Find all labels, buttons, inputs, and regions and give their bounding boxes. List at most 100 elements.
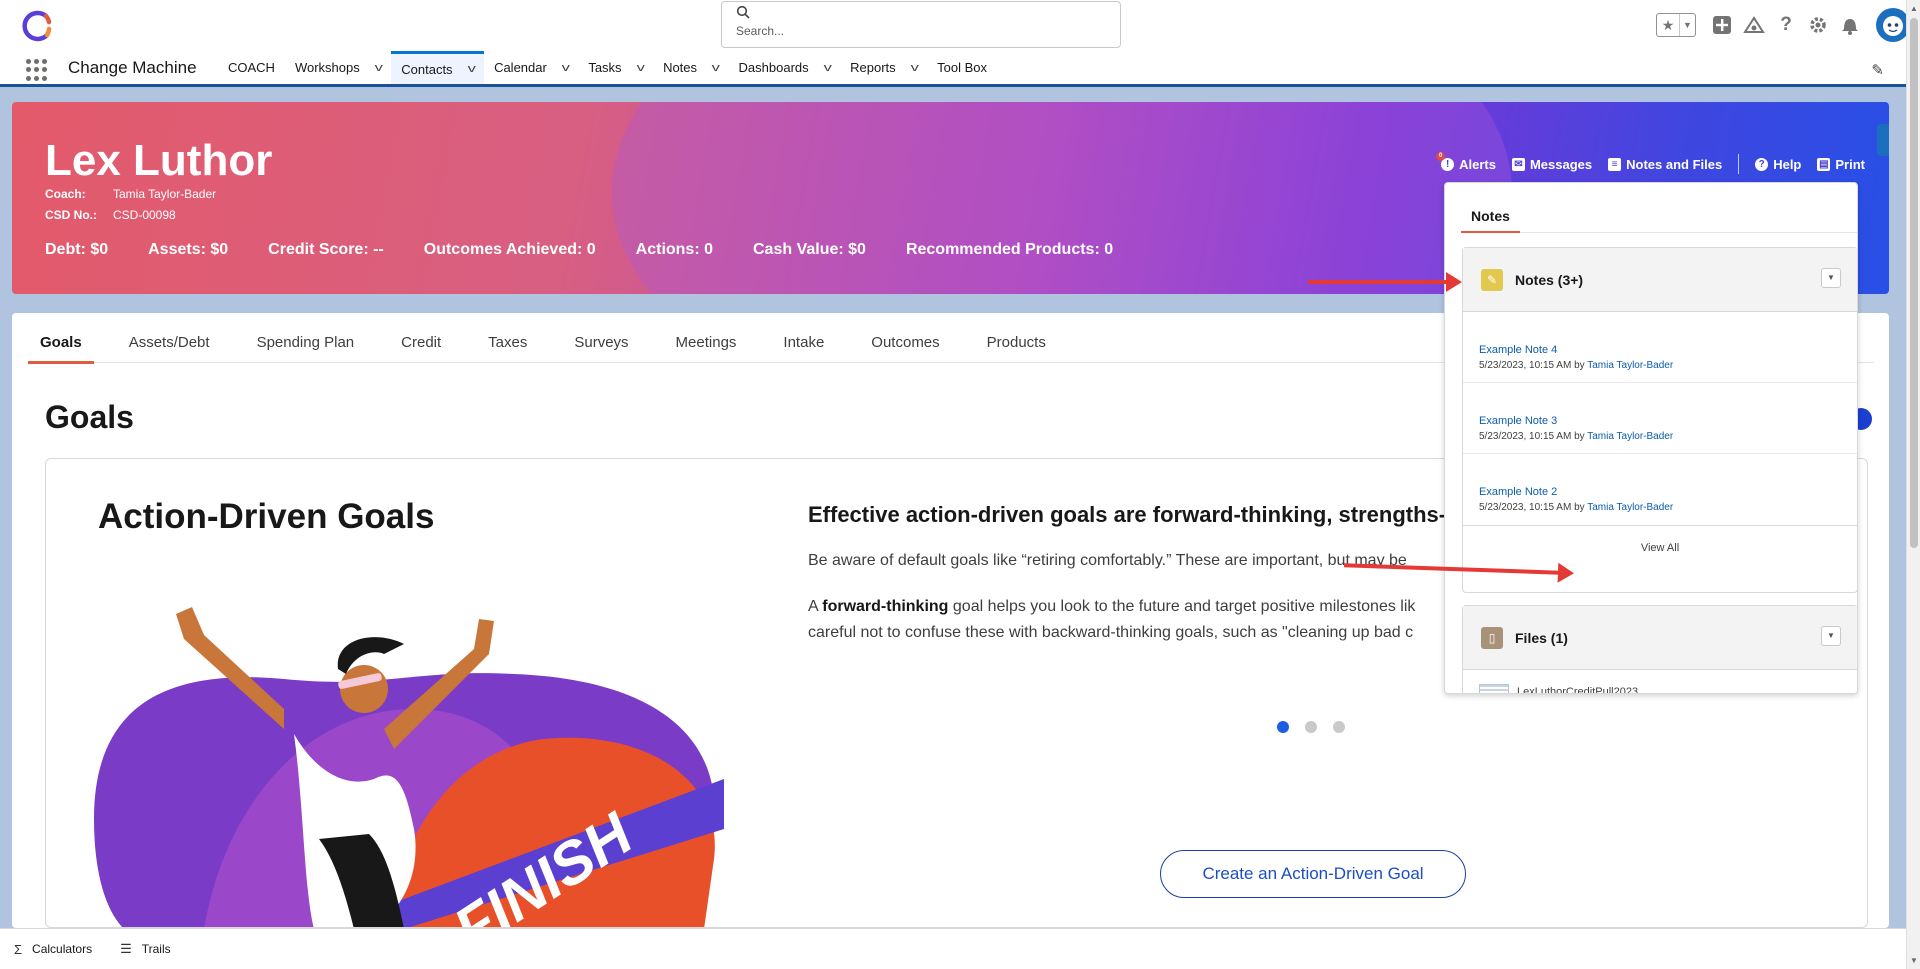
csd-label: CSD No.:	[45, 208, 97, 222]
note-meta: 5/23/2023, 10:15 AM by Tamia Taylor-Bade…	[1479, 431, 1674, 442]
chevron-down-icon[interactable]: v	[910, 62, 918, 74]
view-all-notes-link[interactable]: View All	[1463, 525, 1857, 570]
tab-goals[interactable]: Goals	[28, 323, 94, 364]
note-icon: ≡	[1608, 157, 1622, 171]
tab-surveys[interactable]: Surveys	[574, 323, 628, 363]
banner-swirl-decoration	[612, 102, 1512, 294]
create-goal-button[interactable]: Create an Action-Driven Goal	[1160, 850, 1466, 898]
carousel-dot-2[interactable]	[1305, 721, 1317, 733]
carousel-dot-1[interactable]	[1277, 721, 1289, 733]
notes-section-header: ✎ Notes (3+) ▼	[1463, 248, 1857, 312]
file-thumbnail	[1479, 684, 1509, 693]
page-scrollbar[interactable]: ▲ ▼	[1906, 0, 1920, 969]
print-button[interactable]: ▤ Print	[1817, 157, 1865, 172]
note-author-link[interactable]: Tamia Taylor-Bader	[1587, 360, 1673, 371]
notes-files-panel: Notes ✎ Notes (3+) ▼ Example Note 4 5/23…	[1444, 182, 1858, 694]
carousel-dot-3[interactable]	[1333, 721, 1345, 733]
goal-para-2: A forward-thinking goal helps you look t…	[808, 598, 1416, 641]
notes-section-dropdown[interactable]: ▼	[1821, 268, 1841, 288]
scrollbar-thumb[interactable]	[1910, 18, 1918, 548]
edit-nav-pencil-icon[interactable]: ✎	[1871, 61, 1884, 79]
help-label: Help	[1773, 156, 1802, 172]
files-section-dropdown[interactable]: ▼	[1821, 626, 1841, 646]
file-name[interactable]: LexLuthorCreditPull2023	[1517, 686, 1638, 693]
calculators-button[interactable]: Σ Calculators	[14, 942, 92, 957]
app-logo-icon[interactable]	[18, 8, 54, 44]
note-author-link[interactable]: Tamia Taylor-Bader	[1587, 431, 1673, 442]
goal-description: Effective action-driven goals are forwar…	[808, 497, 1508, 646]
tab-outcomes[interactable]: Outcomes	[871, 323, 939, 363]
goal-para-1: Be aware of default goals like “retiring…	[808, 552, 1407, 569]
files-section-title: Files (1)	[1515, 629, 1568, 646]
note-title-link[interactable]: Example Note 2	[1479, 486, 1857, 498]
printer-icon: ▤	[1817, 157, 1831, 171]
side-panel-handle[interactable]	[1877, 124, 1889, 156]
note-item: Example Note 3 5/23/2023, 10:15 AM by Ta…	[1463, 383, 1857, 454]
note-title-link[interactable]: Example Note 4	[1479, 344, 1857, 356]
add-icon[interactable]	[1710, 13, 1734, 37]
sigma-icon: Σ	[14, 941, 23, 957]
bell-icon[interactable]	[1838, 13, 1862, 37]
header-utility-icons: ★ ▼ ?	[1656, 8, 1920, 42]
chevron-down-icon[interactable]: v	[374, 62, 382, 74]
notes-section: ✎ Notes (3+) ▼ Example Note 4 5/23/2023,…	[1462, 247, 1857, 593]
nav-item-contacts[interactable]: Contacts v	[391, 51, 485, 84]
nav-item-tasks[interactable]: Tasks v	[578, 51, 653, 84]
tab-products[interactable]: Products	[987, 323, 1046, 363]
nav-item-workshops[interactable]: Workshops v	[285, 51, 391, 84]
hero-actions: 0 ! Alerts ✉ Messages ≡ Notes and Files …	[1425, 151, 1865, 174]
help-button[interactable]: ? Help	[1755, 157, 1801, 172]
nav-item-calendar[interactable]: Calendar v	[484, 51, 578, 84]
gear-icon[interactable]	[1806, 13, 1830, 37]
chevron-down-icon[interactable]: v	[712, 62, 720, 74]
trailhead-icon[interactable]	[1742, 13, 1766, 37]
stat-assets: Assets: $0	[148, 241, 229, 258]
notes-and-files-button[interactable]: ≡ Notes and Files	[1608, 157, 1722, 172]
chevron-down-icon[interactable]: v	[561, 62, 569, 74]
help-icon[interactable]: ?	[1774, 13, 1798, 37]
scroll-down-icon[interactable]: ▼	[1910, 956, 1918, 965]
global-header: ★ ▼ ?	[0, 0, 1920, 51]
search-input[interactable]	[736, 24, 1106, 38]
note-title-link[interactable]: Example Note 3	[1479, 415, 1857, 427]
messages-label: Messages	[1529, 156, 1593, 172]
user-avatar[interactable]	[1876, 8, 1910, 42]
global-search[interactable]	[721, 1, 1121, 48]
note-item: Example Note 2 5/23/2023, 10:15 AM by Ta…	[1463, 454, 1857, 525]
file-item[interactable]: LexLuthorCreditPull2023	[1463, 670, 1857, 693]
messages-button[interactable]: ✉ Messages	[1511, 156, 1593, 172]
panel-tabs: Notes	[1461, 205, 1857, 233]
chevron-down-icon[interactable]: v	[636, 62, 644, 74]
chevron-down-icon[interactable]: v	[467, 63, 475, 75]
chevron-down-icon[interactable]: v	[823, 62, 831, 74]
nav-item-reports[interactable]: Reports v	[840, 51, 927, 84]
alerts-button[interactable]: 0 ! Alerts	[1436, 151, 1496, 172]
trails-button[interactable]: ☰ Trails	[120, 941, 171, 957]
nav-item-dashboards[interactable]: Dashboards v	[729, 51, 841, 84]
tab-intake[interactable]: Intake	[783, 323, 824, 363]
files-section: ▯ Files (1) ▼ LexLuthorCreditPull2023	[1462, 605, 1857, 693]
note-author-link[interactable]: Tamia Taylor-Bader	[1587, 502, 1673, 513]
nav-item-notes[interactable]: Notes v	[653, 51, 728, 84]
stat-outcomes: Outcomes Achieved: 0	[423, 241, 596, 258]
scroll-up-icon[interactable]: ▲	[1910, 4, 1918, 13]
app-launcher-icon[interactable]	[26, 59, 48, 81]
stat-actions: Actions: 0	[635, 241, 713, 258]
favorites-group[interactable]: ★ ▼	[1656, 13, 1696, 37]
list-icon: ☰	[120, 941, 132, 956]
tab-notes[interactable]: Notes	[1461, 205, 1520, 233]
nav-item-tool-box[interactable]: Tool Box	[927, 51, 997, 84]
notes-and-files-label: Notes and Files	[1626, 156, 1723, 172]
stat-cash-value: Cash Value: $0	[753, 241, 866, 258]
nav-item-coach[interactable]: COACH	[218, 51, 285, 84]
tab-spending-plan[interactable]: Spending Plan	[257, 323, 355, 363]
tab-credit[interactable]: Credit	[401, 323, 441, 363]
tab-taxes[interactable]: Taxes	[488, 323, 527, 363]
help-icon: ?	[1755, 157, 1769, 171]
search-icon	[736, 5, 750, 19]
star-icon[interactable]: ★	[1657, 14, 1679, 36]
tab-assets-debt[interactable]: Assets/Debt	[129, 323, 210, 363]
tab-meetings[interactable]: Meetings	[676, 323, 737, 363]
chevron-down-icon[interactable]: ▼	[1679, 14, 1695, 36]
stat-credit-score: Credit Score: --	[268, 241, 384, 258]
